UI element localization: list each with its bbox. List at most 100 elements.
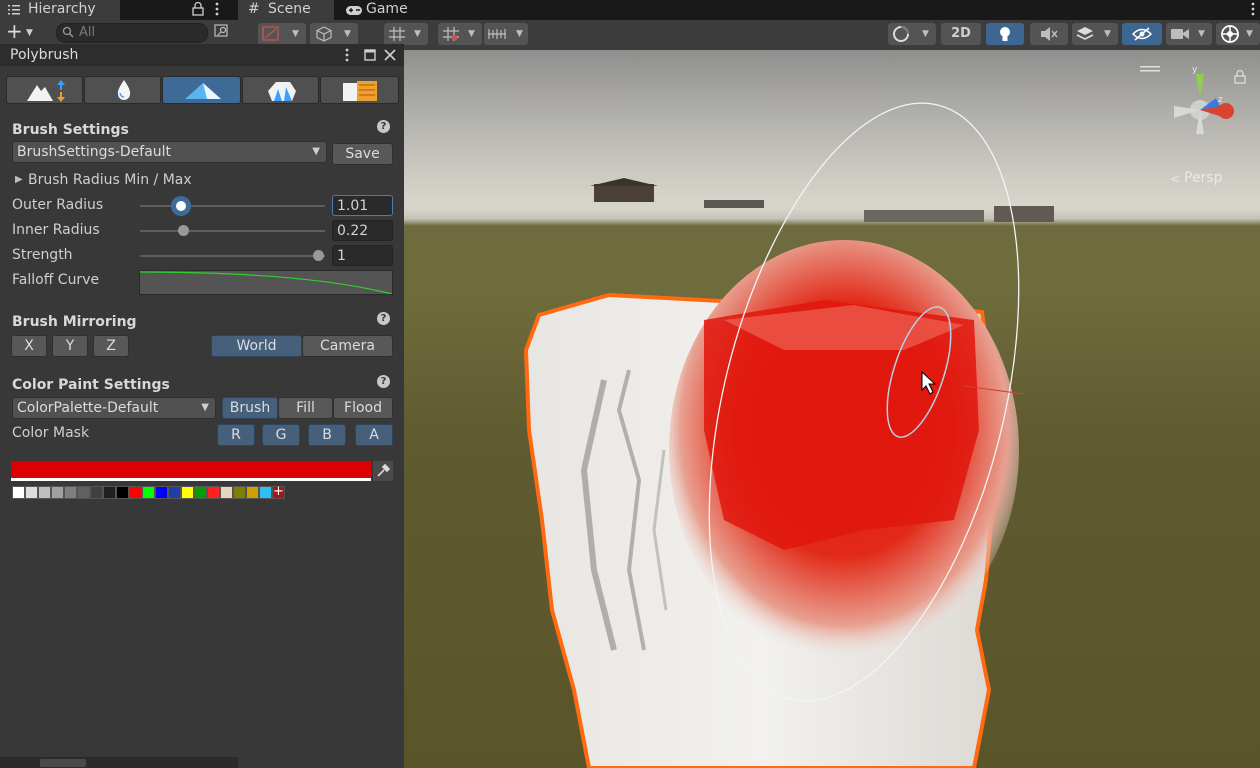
gizmos-button[interactable]: ▼ — [1216, 23, 1260, 45]
eyedropper-button[interactable] — [373, 461, 393, 481]
audio-toggle-button[interactable] — [1030, 23, 1068, 45]
palette-swatch[interactable] — [12, 486, 25, 499]
mask-a-toggle[interactable]: A — [355, 424, 393, 446]
save-button[interactable]: Save — [332, 143, 393, 165]
paint-mode-fill-button[interactable]: Fill — [278, 397, 333, 419]
hierarchy-tab[interactable]: Hierarchy — [0, 0, 120, 20]
crystal-icon — [268, 82, 296, 101]
draw-mode-button[interactable]: ▼ — [258, 23, 306, 45]
palette-swatch[interactable] — [168, 486, 181, 499]
inner-radius-slider[interactable] — [140, 230, 325, 232]
palette-swatch[interactable] — [38, 486, 51, 499]
grid-snapping-button[interactable]: ▼ — [384, 23, 428, 45]
palette-swatch[interactable] — [25, 486, 38, 499]
search-options-icon[interactable] — [214, 24, 230, 42]
palette-swatch[interactable] — [194, 486, 207, 499]
outer-radius-handle-knob — [176, 201, 186, 211]
close-icon[interactable] — [384, 49, 396, 65]
scene-view[interactable]: y z Persp < — [404, 50, 1260, 768]
outer-radius-slider[interactable] — [140, 205, 325, 207]
mask-g-toggle[interactable]: G — [262, 424, 300, 446]
current-color-field[interactable] — [11, 461, 371, 481]
panel-more-icon[interactable] — [344, 47, 350, 67]
inner-radius-handle[interactable] — [178, 225, 189, 236]
palette-swatch[interactable] — [51, 486, 64, 499]
palette-swatch[interactable] — [103, 486, 116, 499]
polybrush-title[interactable]: Polybrush — [10, 45, 78, 65]
palette-swatch[interactable] — [77, 486, 90, 499]
bottom-scroll-thumb[interactable] — [40, 759, 86, 767]
search-placeholder: All — [79, 25, 96, 40]
water-drop-icon — [117, 80, 131, 100]
palette-swatch[interactable] — [220, 486, 233, 499]
mirror-camera-button[interactable]: Camera — [302, 335, 393, 357]
palette-swatch[interactable] — [142, 486, 155, 499]
palette-swatch[interactable] — [64, 486, 77, 499]
palette-swatch[interactable] — [116, 486, 129, 499]
mirror-z-button[interactable]: Z — [93, 335, 129, 357]
help-icon[interactable]: ? — [377, 120, 390, 133]
more-options-icon[interactable] — [214, 1, 220, 21]
toggle-2d-button[interactable]: 2D — [941, 23, 981, 45]
mode-tab-paint-textures[interactable] — [320, 76, 399, 104]
increment-snap-button[interactable]: ▼ — [438, 23, 482, 45]
lighting-toggle-button[interactable] — [986, 23, 1024, 45]
maximize-icon[interactable] — [364, 49, 376, 65]
mute-icon — [1041, 27, 1058, 41]
scene-more-options-icon[interactable] — [1250, 1, 1256, 21]
inner-radius-input[interactable]: 0.22 — [332, 220, 393, 241]
hidden-objects-toggle-button[interactable] — [1122, 23, 1162, 45]
gizmo-icon — [893, 26, 909, 42]
palette-swatch[interactable] — [259, 486, 272, 499]
palette-swatch[interactable] — [181, 486, 194, 499]
brush-radius-foldout[interactable]: Brush Radius Min / Max — [28, 172, 192, 188]
outer-radius-input[interactable]: 1.01 — [332, 195, 393, 216]
chevron-down-icon[interactable]: ▼ — [26, 28, 33, 38]
tab-scene[interactable]: # Scene — [238, 0, 334, 20]
mirror-x-button[interactable]: X — [11, 335, 47, 357]
add-color-button[interactable]: + — [272, 485, 285, 499]
hierarchy-toolbar: + ▼ All — [0, 20, 238, 46]
lock-icon[interactable] — [192, 1, 204, 20]
shading-mode-button[interactable]: ▼ — [310, 23, 358, 45]
effects-button[interactable]: ▼ — [1072, 23, 1118, 45]
palette-swatch[interactable] — [90, 486, 103, 499]
brush-preset-dropdown[interactable]: BrushSettings-Default ▼ — [12, 141, 327, 163]
list-icon — [8, 3, 20, 15]
orientation-gizmo[interactable]: y z — [1160, 64, 1240, 158]
mode-tab-scatter-prefabs[interactable] — [242, 76, 319, 104]
mode-tab-smooth[interactable] — [84, 76, 161, 104]
palette-swatch[interactable] — [233, 486, 246, 499]
tab-game[interactable]: Game — [340, 0, 430, 20]
gamepad-icon — [345, 4, 363, 20]
ruler-button[interactable]: ▼ — [484, 23, 528, 45]
add-button[interactable]: + — [6, 20, 23, 42]
foldout-arrow-icon[interactable]: ▶ — [15, 174, 23, 185]
palette-swatch[interactable] — [246, 486, 259, 499]
strength-slider[interactable] — [140, 255, 325, 257]
mask-b-toggle[interactable]: B — [308, 424, 346, 446]
gizmo-toggle-button[interactable]: ▼ — [888, 23, 936, 45]
hierarchy-search-input[interactable]: All — [56, 23, 208, 43]
mask-r-toggle[interactable]: R — [217, 424, 255, 446]
drag-handle-icon[interactable] — [1140, 60, 1160, 76]
strength-input[interactable]: 1 — [332, 245, 393, 266]
falloff-curve-field[interactable] — [139, 270, 393, 295]
help-icon[interactable]: ? — [377, 312, 390, 325]
mirror-world-button[interactable]: World — [211, 335, 302, 357]
strength-handle[interactable] — [313, 250, 324, 261]
scene-camera-button[interactable]: ▼ — [1166, 23, 1212, 45]
persp-label[interactable]: Persp — [1184, 170, 1223, 186]
paint-mode-flood-button[interactable]: Flood — [333, 397, 393, 419]
chevron-down-icon: ▼ — [312, 146, 320, 157]
mirror-y-button[interactable]: Y — [52, 335, 88, 357]
mode-tab-paint-vertex-colors[interactable] — [162, 76, 241, 104]
palette-swatch[interactable] — [129, 486, 142, 499]
tab-scene-label: Scene — [268, 1, 311, 17]
color-palette-dropdown[interactable]: ColorPalette-Default ▼ — [12, 397, 216, 419]
palette-swatch[interactable] — [155, 486, 168, 499]
paint-mode-brush-button[interactable]: Brush — [222, 397, 278, 419]
palette-swatch[interactable] — [207, 486, 220, 499]
help-icon[interactable]: ? — [377, 375, 390, 388]
mode-tab-sculpt[interactable] — [6, 76, 83, 104]
